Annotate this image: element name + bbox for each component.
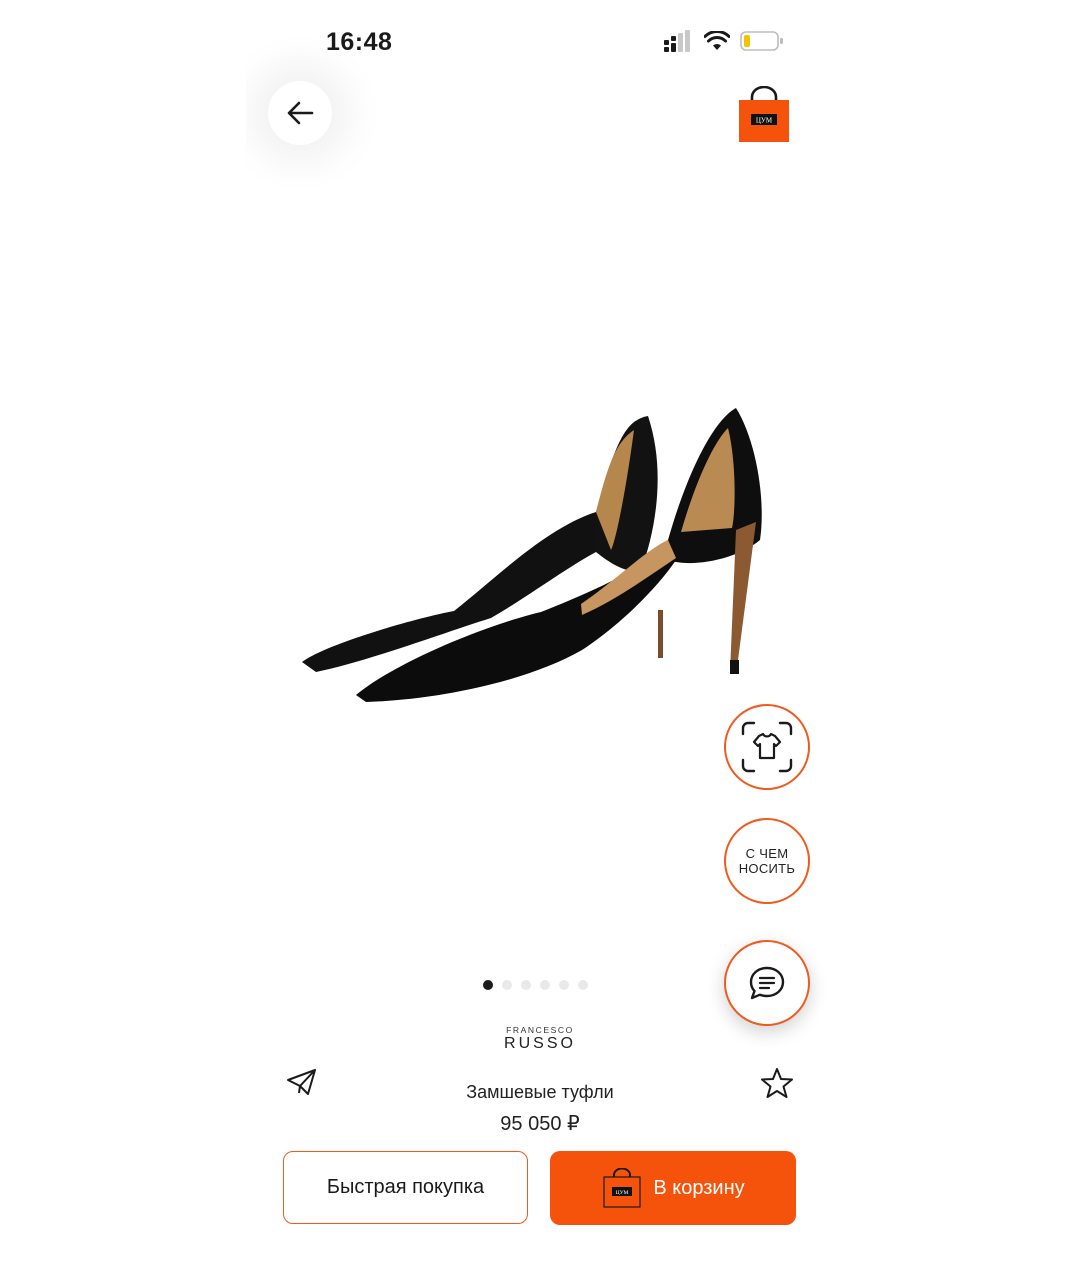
status-icons [664,30,784,52]
product-screen: 16:48 ЦУМ С ЧЕМ НОСИТЬ FRANCESCO RUSSO З… [246,0,834,1280]
chat-button[interactable] [724,940,810,1026]
wifi-icon [704,31,730,50]
battery-icon [740,31,783,51]
add-to-cart-button[interactable]: ЦУМ В корзину [550,1151,796,1225]
quick-buy-label: Быстрая покупка [326,1176,485,1198]
what-to-wear-label-text: С ЧЕМ НОСИТЬ [738,846,796,876]
gallery-pagination[interactable] [483,980,588,990]
cart-bag-button[interactable]: ЦУМ [736,85,792,144]
cart-bag-icon: ЦУМ [603,1168,641,1208]
brand-logo-main[interactable]: RUSSO [246,1035,834,1053]
product-name: Замшевые туфли [466,1082,614,1102]
gallery-dot[interactable] [502,980,512,990]
quick-buy-button[interactable]: Быстрая покупка [283,1151,528,1224]
cellular-signal-icon [664,30,690,52]
chat-bubble-icon [749,966,785,1000]
product-price: 95 050 ₽ [500,1113,580,1135]
shopping-bag-icon: ЦУМ [739,85,789,142]
gallery-dot[interactable] [521,980,531,990]
gallery-dot[interactable] [540,980,550,990]
status-time: 16:48 [326,28,393,56]
bag-logo-text: ЦУМ [756,117,773,125]
brand-logo-top[interactable]: FRANCESCO [246,1025,834,1035]
what-to-wear-button[interactable]: С ЧЕМ НОСИТЬ [724,818,810,904]
gallery-dot[interactable] [559,980,569,990]
tshirt-scan-icon [741,721,793,773]
gallery-dot[interactable] [483,980,493,990]
gallery-dot[interactable] [578,980,588,990]
visual-search-button[interactable] [724,704,810,790]
arrow-left-icon [287,101,314,125]
cart-logo-text: ЦУМ [616,1190,629,1196]
back-button[interactable] [268,81,332,145]
add-to-cart-label: В корзину [653,1176,745,1199]
what-to-wear-label: С ЧЕМ НОСИТЬ [739,846,796,876]
product-image[interactable] [296,400,776,710]
